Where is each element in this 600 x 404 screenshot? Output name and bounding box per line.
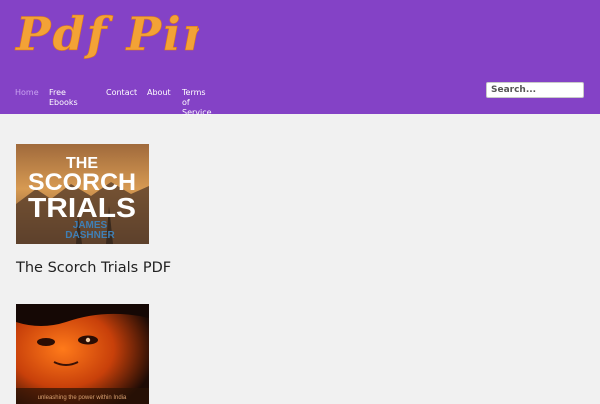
site-header: Pdf Pimp Home Free Ebooks Contact About … (0, 0, 600, 117)
nav-item-terms[interactable]: Terms of Service (182, 88, 212, 118)
site-logo[interactable]: Pdf Pimp (14, 6, 266, 70)
nav-item-about[interactable]: About (147, 88, 171, 98)
cover-caption: unleashing the power within India (38, 395, 127, 401)
nav-item-home[interactable]: Home (15, 88, 39, 98)
post-thumbnail[interactable]: unleashing the power within India (16, 304, 149, 404)
nav-item-contact-label: Contact (106, 88, 138, 97)
post-card: unleashing the power within India (16, 304, 149, 404)
cover-author-line2: DASHNER (65, 230, 115, 241)
search-input[interactable] (486, 82, 584, 98)
nav-item-terms-label-1: Terms of (182, 88, 206, 107)
nav-item-terms-label-2: Service (182, 108, 212, 117)
nav-item-home-label: Home (15, 88, 39, 97)
nav-item-contact[interactable]: Contact (106, 88, 137, 98)
nav-item-free-ebooks-label-2: Ebooks (49, 98, 78, 107)
post-thumbnail[interactable]: THE SCORCH TRIALS JAMES DASHNER (16, 144, 149, 244)
post-title[interactable]: The Scorch Trials PDF (16, 260, 171, 276)
nav-item-about-label: About (147, 88, 171, 97)
cover-title-line3: TRIALS (28, 192, 136, 223)
post-card: THE SCORCH TRIALS JAMES DASHNER (16, 144, 149, 244)
nav-item-free-ebooks-label-1: Free (49, 88, 66, 97)
nav-item-free-ebooks[interactable]: Free Ebooks (49, 88, 78, 108)
logo-text: Pdf Pimp (14, 7, 199, 61)
